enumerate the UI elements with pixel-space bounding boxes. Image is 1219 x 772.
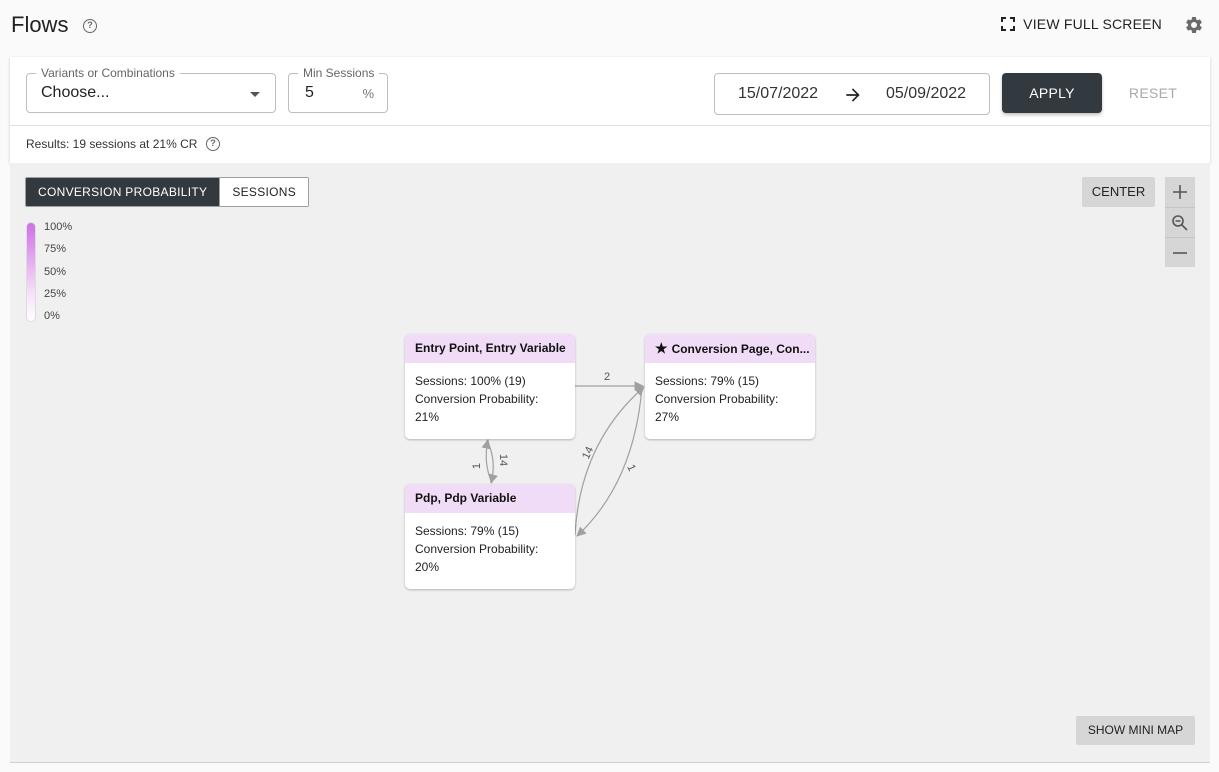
node-sessions: Sessions: 100% (19): [415, 374, 526, 388]
show-mini-map-button[interactable]: SHOW MINI MAP: [1076, 716, 1195, 745]
min-sessions-field[interactable]: Min Sessions 5 %: [288, 66, 388, 113]
min-sessions-label: Min Sessions: [298, 66, 380, 80]
date-range-picker[interactable]: 15/07/2022 05/09/2022: [714, 73, 990, 115]
date-end[interactable]: 05/09/2022: [886, 85, 966, 103]
apply-button[interactable]: APPLY: [1002, 73, 1102, 113]
flow-node-entry-point[interactable]: Entry Point, Entry Variable Sessions: 10…: [405, 334, 575, 439]
page-title: Flows: [11, 12, 69, 37]
node-sessions: Sessions: 79% (15): [415, 524, 520, 538]
min-sessions-value[interactable]: 5: [305, 84, 314, 102]
view-full-screen-label: VIEW FULL SCREEN: [1023, 16, 1162, 32]
variants-select[interactable]: Variants or Combinations Choose...: [26, 66, 276, 113]
node-title: Pdp, Pdp Variable: [405, 484, 575, 513]
node-title: Conversion Page, Con...: [671, 342, 810, 356]
help-icon[interactable]: ?: [83, 19, 97, 33]
filter-card: Variants or Combinations Choose... Min S…: [10, 57, 1210, 163]
node-probability: Conversion Probability: 20%: [415, 542, 539, 574]
min-sessions-unit: %: [362, 86, 374, 101]
node-sessions: Sessions: 79% (15): [655, 374, 760, 388]
arrow-right-icon: [846, 88, 860, 102]
results-summary: Results: 19 sessions at 21% CR: [26, 137, 198, 151]
gear-icon[interactable]: [1184, 15, 1204, 35]
node-probability: Conversion Probability: 27%: [655, 392, 779, 424]
fullscreen-icon: [1001, 17, 1016, 31]
flow-node-pdp[interactable]: Pdp, Pdp Variable Sessions: 79% (15) Con…: [405, 484, 575, 589]
chevron-down-icon: [250, 92, 260, 97]
help-icon[interactable]: ?: [206, 137, 220, 151]
reset-button[interactable]: RESET: [1112, 73, 1194, 113]
edge-conversion-to-pdp: [576, 386, 643, 537]
variants-label: Variants or Combinations: [36, 66, 180, 80]
date-start[interactable]: 15/07/2022: [738, 85, 818, 103]
edge-label: 2: [604, 371, 611, 383]
edge-pdp-to-conversion: [574, 386, 645, 536]
edge-label: 14: [497, 453, 510, 467]
star-icon: ★: [655, 340, 668, 356]
flow-node-conversion-page[interactable]: ★ Conversion Page, Con... Sessions: 79% (…: [645, 334, 815, 439]
flow-edges: [481, 381, 645, 537]
flow-canvas[interactable]: CONVERSION PROBABILITY SESSIONS 100% 75%…: [10, 163, 1210, 763]
node-header: ★ Conversion Page, Con...: [645, 334, 815, 363]
node-title: Entry Point, Entry Variable: [405, 334, 575, 363]
edge-entry-to-pdp: [486, 439, 498, 484]
view-full-screen-button[interactable]: VIEW FULL SCREEN: [1001, 16, 1162, 32]
edge-label: 1: [471, 462, 484, 470]
node-probability: Conversion Probability: 21%: [415, 392, 539, 424]
variants-value: Choose...: [41, 84, 110, 101]
divider: [10, 125, 1210, 126]
